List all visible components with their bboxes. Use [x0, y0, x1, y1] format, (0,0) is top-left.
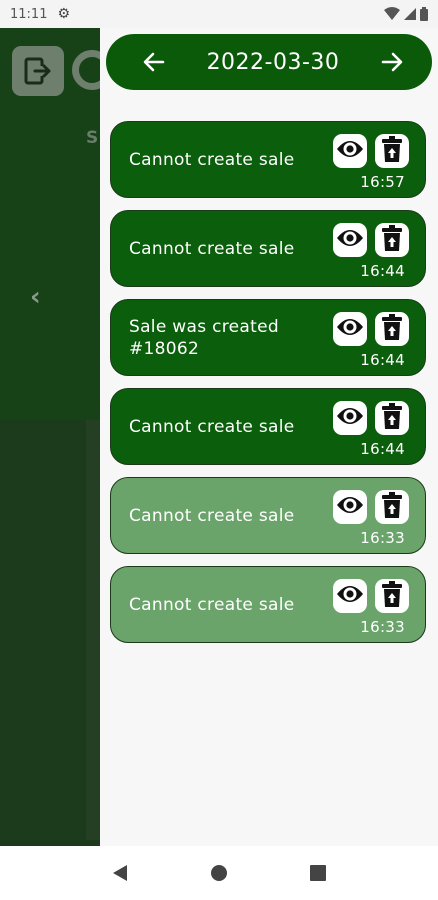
arrow-left-icon: [143, 52, 165, 72]
view-button[interactable]: [333, 223, 367, 257]
log-entry-message: Cannot create sale: [129, 238, 295, 259]
settings-icon: ⚙: [57, 6, 71, 22]
selected-date: 2022-03-30: [206, 49, 340, 75]
log-entry-message: Cannot create sale: [129, 416, 295, 437]
logout-icon: [12, 46, 64, 96]
log-entry-card: Sale was created #18062 16:44: [110, 299, 426, 376]
delete-button[interactable]: [375, 490, 409, 524]
log-entry-card: Cannot create sale 16:33: [110, 477, 426, 554]
delete-button[interactable]: [375, 401, 409, 435]
next-day-button[interactable]: [378, 48, 406, 76]
log-entry-message: Cannot create sale: [129, 594, 295, 615]
nav-back-icon: [112, 865, 127, 881]
status-icons: [384, 7, 428, 21]
log-entry-actions: [333, 134, 409, 168]
delete-icon: [382, 581, 402, 611]
view-button[interactable]: [333, 490, 367, 524]
status-bar: 11:11 ⚙: [0, 0, 438, 28]
signal-icon: [404, 8, 416, 20]
previous-day-button[interactable]: [140, 48, 168, 76]
view-button[interactable]: [333, 312, 367, 346]
log-entry-actions: [333, 312, 409, 346]
log-entry-time: 16:44: [360, 262, 405, 280]
delete-button[interactable]: [375, 312, 409, 346]
battery-icon: [420, 7, 428, 21]
nav-recents-icon: [310, 865, 327, 881]
log-entry-time: 16:57: [360, 173, 405, 191]
status-time: 11:11: [10, 6, 48, 22]
view-button[interactable]: [333, 579, 367, 613]
eye-icon: [336, 406, 364, 430]
log-entry-time: 16:44: [360, 351, 405, 369]
log-entry-message: Cannot create sale: [129, 149, 295, 170]
log-entry-time: 16:33: [360, 529, 405, 547]
background-text: S: [86, 128, 99, 148]
delete-icon: [382, 136, 402, 166]
log-entry-card: Cannot create sale 16:33: [110, 566, 426, 643]
nav-recents-button[interactable]: [298, 853, 338, 893]
delete-button[interactable]: [375, 134, 409, 168]
background-app: S ‹: [0, 28, 100, 846]
log-entry-card: Cannot create sale 16:44: [110, 210, 426, 287]
background-panel: [86, 420, 100, 840]
log-entry-card: Cannot create sale 16:57: [110, 121, 426, 198]
delete-icon: [382, 492, 402, 522]
eye-icon: [336, 228, 364, 252]
log-entry-actions: [333, 223, 409, 257]
eye-icon: [336, 317, 364, 341]
delete-icon: [382, 225, 402, 255]
eye-icon: [336, 584, 364, 608]
log-entry-actions: [333, 490, 409, 524]
nav-back-button[interactable]: [100, 853, 140, 893]
date-selector: 2022-03-30: [106, 34, 432, 90]
delete-icon: [382, 314, 402, 344]
nav-home-icon: [210, 865, 227, 881]
eye-icon: [336, 139, 364, 163]
delete-button[interactable]: [375, 223, 409, 257]
log-entry-message: Cannot create sale: [129, 505, 295, 526]
nav-home-button[interactable]: [199, 853, 239, 893]
delete-button[interactable]: [375, 579, 409, 613]
log-entry-time: 16:44: [360, 440, 405, 458]
arrow-right-icon: [381, 52, 403, 72]
eye-icon: [336, 495, 364, 519]
log-entry-actions: [333, 579, 409, 613]
system-nav-bar: [0, 846, 438, 900]
background-back-icon: ‹: [30, 282, 41, 312]
history-drawer: 2022-03-30 Cannot create sale 16:57 Cannot…: [100, 28, 438, 846]
view-button[interactable]: [333, 401, 367, 435]
log-entry-message: Sale was created #18062: [129, 316, 279, 359]
view-button[interactable]: [333, 134, 367, 168]
log-entry-time: 16:33: [360, 618, 405, 636]
wifi-icon: [384, 7, 400, 20]
delete-icon: [382, 403, 402, 433]
log-entry-card: Cannot create sale 16:44: [110, 388, 426, 465]
log-list: Cannot create sale 16:57 Cannot create sal…: [110, 121, 428, 655]
log-entry-actions: [333, 401, 409, 435]
